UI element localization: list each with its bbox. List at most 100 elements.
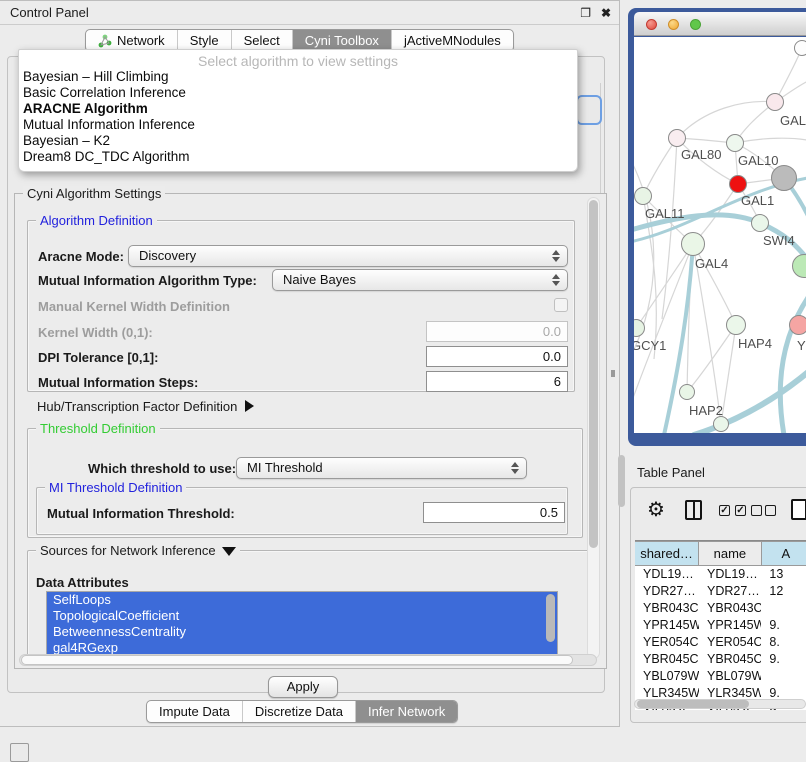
which-threshold-value: MI Threshold xyxy=(247,460,323,475)
table-hscrollbar-thumb[interactable] xyxy=(637,700,749,708)
tab-discretize-data[interactable]: Discretize Data xyxy=(242,701,355,722)
network-edge-highlighted[interactable] xyxy=(694,367,806,433)
tab-cyni-toolbox[interactable]: Cyni Toolbox xyxy=(292,30,391,51)
close-traffic-light[interactable] xyxy=(646,19,657,30)
network-node-y[interactable] xyxy=(789,315,806,335)
table-horizontal-scrollbar[interactable] xyxy=(634,699,806,709)
network-node-swi4[interactable] xyxy=(751,214,769,232)
checked-checkbox-icon[interactable]: ✓ xyxy=(735,505,746,516)
network-edge[interactable] xyxy=(735,138,806,143)
network-edge[interactable] xyxy=(643,138,677,196)
table-row[interactable]: YDR27…YDR27…12 xyxy=(635,583,806,600)
table-row[interactable]: YER054CYER054C8. xyxy=(635,634,806,651)
table-cell: YBL079W xyxy=(635,668,699,685)
minimize-traffic-light[interactable] xyxy=(668,19,679,30)
list-scrollbar-thumb[interactable] xyxy=(546,594,555,642)
table-column-header[interactable]: shared… xyxy=(635,541,699,566)
dropdown-item[interactable]: Basic Correlation Inference xyxy=(19,85,577,101)
table-cell: YPR145W xyxy=(635,617,699,634)
dropdown-item[interactable]: Bayesian – K2 xyxy=(19,133,577,149)
table-cell: YDR27… xyxy=(699,583,761,600)
network-edge[interactable] xyxy=(693,244,721,424)
table-row[interactable]: YDL19…YDL19…13 xyxy=(635,566,806,583)
dropdown-items: Bayesian – Hill ClimbingBasic Correlatio… xyxy=(19,69,577,165)
network-node-gal4[interactable] xyxy=(681,232,705,256)
network-edge[interactable] xyxy=(721,325,736,424)
algorithm-definition-group: Algorithm Definition Aracne Mode: Discov… xyxy=(27,220,575,392)
kernel-width-input[interactable]: 0.0 xyxy=(426,321,568,342)
network-node-hap2[interactable] xyxy=(679,384,695,400)
right-pane-scrollbar-thumb[interactable] xyxy=(618,455,625,507)
settings-vertical-scrollbar[interactable] xyxy=(587,197,600,659)
tab-infer-network[interactable]: Infer Network xyxy=(355,701,457,722)
hub-definition-toggle[interactable]: Hub/Transcription Factor Definition xyxy=(37,399,254,414)
table-column-header[interactable]: name xyxy=(699,541,762,566)
manual-kernel-label: Manual Kernel Width Definition xyxy=(38,299,230,314)
minimized-panel-button[interactable] xyxy=(10,743,29,762)
network-node[interactable] xyxy=(713,416,729,432)
mi-algorithm-type-select[interactable]: Naive Bayes xyxy=(272,269,568,291)
network-node[interactable] xyxy=(794,40,806,56)
document-icon[interactable] xyxy=(791,499,806,520)
tab-select[interactable]: Select xyxy=(231,30,292,51)
which-threshold-label: Which threshold to use: xyxy=(88,461,236,476)
tab-jactivemnodules[interactable]: jActiveMNodules xyxy=(391,30,513,51)
data-attribute-item[interactable]: TopologicalCoefficient xyxy=(47,608,557,624)
columns-icon[interactable] xyxy=(685,500,702,520)
apply-button[interactable]: Apply xyxy=(268,676,338,698)
table-cell xyxy=(761,668,806,685)
mi-threshold-input[interactable]: 0.5 xyxy=(423,502,565,523)
float-window-icon[interactable]: ❐ xyxy=(580,6,591,20)
which-threshold-select[interactable]: MI Threshold xyxy=(236,457,527,479)
gear-icon[interactable]: ⚙ xyxy=(647,498,665,522)
network-canvas[interactable]: GALGAL80GAL10GAL1GAL11SWI4GAL4GCY1HAP4YH… xyxy=(634,37,806,433)
table-cell: YDL19… xyxy=(699,566,761,583)
settings-horizontal-scrollbar[interactable] xyxy=(19,654,597,666)
kernel-width-label: Kernel Width (0,1): xyxy=(38,325,153,340)
data-attributes-list[interactable]: SelfLoopsTopologicalCoefficientBetweenne… xyxy=(46,591,558,656)
dropdown-item[interactable]: Bayesian – Hill Climbing xyxy=(19,69,577,85)
network-node-gal1[interactable] xyxy=(729,175,747,193)
network-node[interactable] xyxy=(771,165,797,191)
settings-group-title: Cyni Algorithm Settings xyxy=(23,186,165,201)
table-row[interactable]: YBR043CYBR043C xyxy=(635,600,806,617)
tab-impute-data[interactable]: Impute Data xyxy=(147,701,242,722)
network-edge-highlighted[interactable] xyxy=(780,289,806,433)
zoom-traffic-light[interactable] xyxy=(690,19,701,30)
unchecked-checkbox-icon[interactable] xyxy=(751,505,762,516)
node-label: GCY1 xyxy=(634,338,666,353)
settings-hscrollbar-thumb[interactable] xyxy=(21,655,573,665)
close-window-icon[interactable]: ✖ xyxy=(601,6,611,20)
network-node-gal80[interactable] xyxy=(668,129,686,147)
dropdown-item[interactable]: ARACNE Algorithm xyxy=(19,101,577,117)
dropdown-item[interactable]: Dream8 DC_TDC Algorithm xyxy=(19,149,577,165)
unchecked-checkbox-icon[interactable] xyxy=(765,505,776,516)
network-node-gal10[interactable] xyxy=(726,134,744,152)
tab-network[interactable]: Network xyxy=(86,30,177,51)
manual-kernel-checkbox[interactable] xyxy=(554,298,568,312)
settings-scrollbar-thumb[interactable] xyxy=(589,200,598,548)
dpi-tolerance-input[interactable]: 0.0 xyxy=(426,346,568,367)
node-table[interactable]: shared…nameA YDL19…YDL19…13YDR27…YDR27…1… xyxy=(635,540,806,710)
aracne-mode-label: Aracne Mode: xyxy=(38,249,124,264)
network-node-gal11[interactable] xyxy=(634,187,652,205)
tab-style[interactable]: Style xyxy=(177,30,231,51)
table-row[interactable]: YBR045CYBR045C9. xyxy=(635,651,806,668)
sources-title-text: Sources for Network Inference xyxy=(40,543,216,558)
network-node-gal[interactable] xyxy=(766,93,784,111)
checked-checkbox-icon[interactable]: ✓ xyxy=(719,505,730,516)
hub-definition-label: Hub/Transcription Factor Definition xyxy=(37,399,237,414)
aracne-mode-select[interactable]: Discovery xyxy=(128,245,568,267)
table-row[interactable]: YBL079WYBL079W xyxy=(635,668,806,685)
data-attribute-item[interactable]: BetweennessCentrality xyxy=(47,624,557,640)
network-edge[interactable] xyxy=(677,101,775,138)
table-row[interactable]: YPR145WYPR145W9. xyxy=(635,617,806,634)
data-attribute-item[interactable]: SelfLoops xyxy=(47,592,557,608)
sources-group-title[interactable]: Sources for Network Inference xyxy=(36,543,240,558)
dpi-tolerance-value: 0.0 xyxy=(543,349,561,364)
network-node-hap4[interactable] xyxy=(726,315,746,335)
table-column-header[interactable]: A xyxy=(762,541,806,566)
mi-steps-input[interactable]: 6 xyxy=(426,371,568,392)
panel-splitter-handle[interactable] xyxy=(611,370,615,377)
dropdown-item[interactable]: Mutual Information Inference xyxy=(19,117,577,133)
